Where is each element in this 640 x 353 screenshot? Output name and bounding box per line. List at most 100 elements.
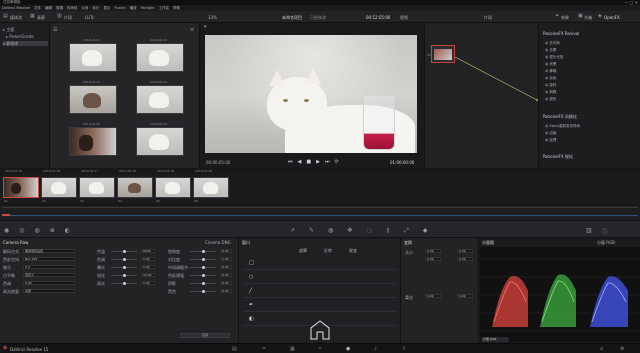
sizing-icon[interactable]: ⤢ xyxy=(404,227,409,235)
param-value[interactable]: 0.00 xyxy=(220,265,232,269)
slider-knob[interactable] xyxy=(123,274,126,277)
scope-badge[interactable]: 分量 RGB xyxy=(481,337,509,342)
page-fairlight-icon[interactable]: ♪ xyxy=(374,346,377,352)
key-icon[interactable]: ⚷ xyxy=(386,227,390,235)
fx-item[interactable]: ▣ 镜头光斑 xyxy=(545,55,563,60)
fx-item[interactable]: ▣ 边缘 xyxy=(545,131,556,136)
param-slider[interactable] xyxy=(111,266,137,269)
media-pool-tab[interactable]: 媒体池 xyxy=(10,15,22,21)
param-slider[interactable] xyxy=(190,290,216,293)
window-row-circle[interactable]: ○ xyxy=(243,272,397,284)
media-pool-icon[interactable]: ▤ xyxy=(3,14,8,19)
rgb-mixer-icon[interactable]: ⊕ xyxy=(50,227,55,234)
page-color-icon[interactable]: ◉ xyxy=(346,346,350,352)
timeline-clip[interactable] xyxy=(79,177,115,198)
param-slider[interactable] xyxy=(111,282,137,285)
page-deliver-icon[interactable]: ⇪ xyxy=(402,346,406,352)
fx-item[interactable]: ▣ 染料 xyxy=(545,83,556,88)
zoom-level[interactable]: 33% xyxy=(208,15,217,20)
fx-item[interactable]: ▣ Xplus重新发布时间 xyxy=(545,124,580,129)
playhead-marker[interactable] xyxy=(2,214,10,216)
transform-field[interactable]: 0.00 xyxy=(425,257,441,261)
page-edit-icon[interactable]: ▦ xyxy=(290,346,295,352)
slider-knob[interactable] xyxy=(202,290,205,293)
gallery-thumb[interactable] xyxy=(136,43,184,72)
param-slider[interactable] xyxy=(190,250,216,253)
transform-field[interactable]: 0.00 xyxy=(457,294,473,298)
openfx-tab[interactable]: OpenFX xyxy=(604,15,620,20)
fx-item[interactable]: ▣ 纹理 xyxy=(545,138,556,143)
gallery-thumb[interactable] xyxy=(136,127,184,156)
pool-item[interactable]: ▸ PowerGrade xyxy=(6,34,34,39)
circle-icon[interactable]: ○ xyxy=(249,275,253,280)
fx-item[interactable]: ▣ 刺眼 xyxy=(545,90,556,95)
param-value[interactable]: 0.00 xyxy=(220,289,232,293)
param-value[interactable]: 使用项目设置 xyxy=(23,249,75,253)
fx-item[interactable]: ▣ 去雾 xyxy=(545,48,556,53)
slider-knob[interactable] xyxy=(202,258,205,261)
skip-back-icon[interactable]: ⏮ xyxy=(288,159,293,165)
param-value[interactable]: 10.00 xyxy=(141,273,155,277)
param-value[interactable]: Rec.709 xyxy=(23,257,75,261)
pool-item[interactable]: ▸ 主要 xyxy=(3,27,14,32)
slider-knob[interactable] xyxy=(202,266,205,269)
viewer-frame[interactable] xyxy=(205,35,417,153)
scope-view-select[interactable]: 分量 RGB xyxy=(597,240,615,246)
clips-icon[interactable]: ▥ xyxy=(57,14,62,19)
fx-item[interactable]: ▣ 降噪 xyxy=(545,69,556,74)
timeline-clip[interactable] xyxy=(155,177,191,198)
param-value[interactable]: 0.00 xyxy=(220,273,232,277)
param-value[interactable]: 2.4 xyxy=(23,265,75,269)
page-media-icon[interactable]: ▤ xyxy=(232,346,237,352)
viewer-menu-icon[interactable]: ▾ xyxy=(204,25,207,30)
lightbox-tab[interactable]: 光箱 xyxy=(584,15,592,21)
slider-knob[interactable] xyxy=(123,266,126,269)
param-slider[interactable] xyxy=(111,250,137,253)
window-row-pen[interactable]: ✒ xyxy=(243,300,397,312)
param-slider[interactable] xyxy=(190,266,216,269)
transform-field[interactable]: 0.00 xyxy=(425,294,441,298)
play-icon[interactable]: ▶ xyxy=(316,159,320,165)
param-slider[interactable] xyxy=(111,258,137,261)
param-value[interactable]: 0.00 xyxy=(141,257,155,261)
color-wheels-icon[interactable]: ◍ xyxy=(35,227,40,234)
param-slider[interactable] xyxy=(190,258,216,261)
slider-knob[interactable] xyxy=(123,282,126,285)
gallery-icon[interactable]: ▦ xyxy=(30,14,35,19)
param-value[interactable]: 0.00 xyxy=(141,281,155,285)
slider-knob[interactable] xyxy=(123,250,126,253)
pool-item-selected[interactable]: ▸ 静帧库 xyxy=(3,41,48,46)
effects-icon[interactable]: ✦ xyxy=(555,14,559,19)
pen-icon[interactable]: ✒ xyxy=(249,303,253,308)
apply-button[interactable]: 应用 xyxy=(180,333,230,338)
transform-field[interactable]: 0.00 xyxy=(457,257,473,261)
square-icon[interactable]: □ xyxy=(249,261,254,266)
tracker-icon[interactable]: ✥ xyxy=(347,227,352,235)
gallery-tab[interactable]: 画廊 xyxy=(37,15,45,21)
param-slider[interactable] xyxy=(111,274,137,277)
skip-forward-icon[interactable]: ⏭ xyxy=(325,159,330,165)
page-fusion-icon[interactable]: ✧ xyxy=(318,346,322,352)
loop-icon[interactable]: ⟳ xyxy=(334,159,338,165)
lightbox-icon[interactable]: ▣ xyxy=(578,14,583,19)
param-value[interactable]: 自定义 xyxy=(23,273,75,277)
param-value[interactable]: 0.00 xyxy=(23,281,75,285)
slider-knob[interactable] xyxy=(123,258,126,261)
stop-icon[interactable]: ■ xyxy=(306,159,311,165)
slider-knob[interactable] xyxy=(202,274,205,277)
camera-raw-icon[interactable]: ◉ xyxy=(4,227,9,234)
timeline-clip[interactable] xyxy=(41,177,77,198)
qualifier-icon[interactable]: ✎ xyxy=(309,227,314,235)
transform-field[interactable]: 0.00 xyxy=(457,249,473,253)
param-value[interactable]: 6500 xyxy=(141,249,155,253)
openfx-icon[interactable]: ◈ xyxy=(598,14,602,19)
list-icon[interactable]: ≡ xyxy=(190,28,194,33)
home-icon[interactable]: ⌂ xyxy=(600,346,603,352)
param-slider[interactable] xyxy=(190,274,216,277)
mode-select[interactable]: 片段 xyxy=(484,15,492,21)
timeline-clip[interactable] xyxy=(3,177,39,198)
gallery-thumb[interactable] xyxy=(69,127,117,156)
fx-item[interactable]: ▣ 锐化 xyxy=(545,97,556,102)
window-icon[interactable]: ◎ xyxy=(328,227,333,235)
clips-tab[interactable]: 片段 xyxy=(64,15,72,21)
